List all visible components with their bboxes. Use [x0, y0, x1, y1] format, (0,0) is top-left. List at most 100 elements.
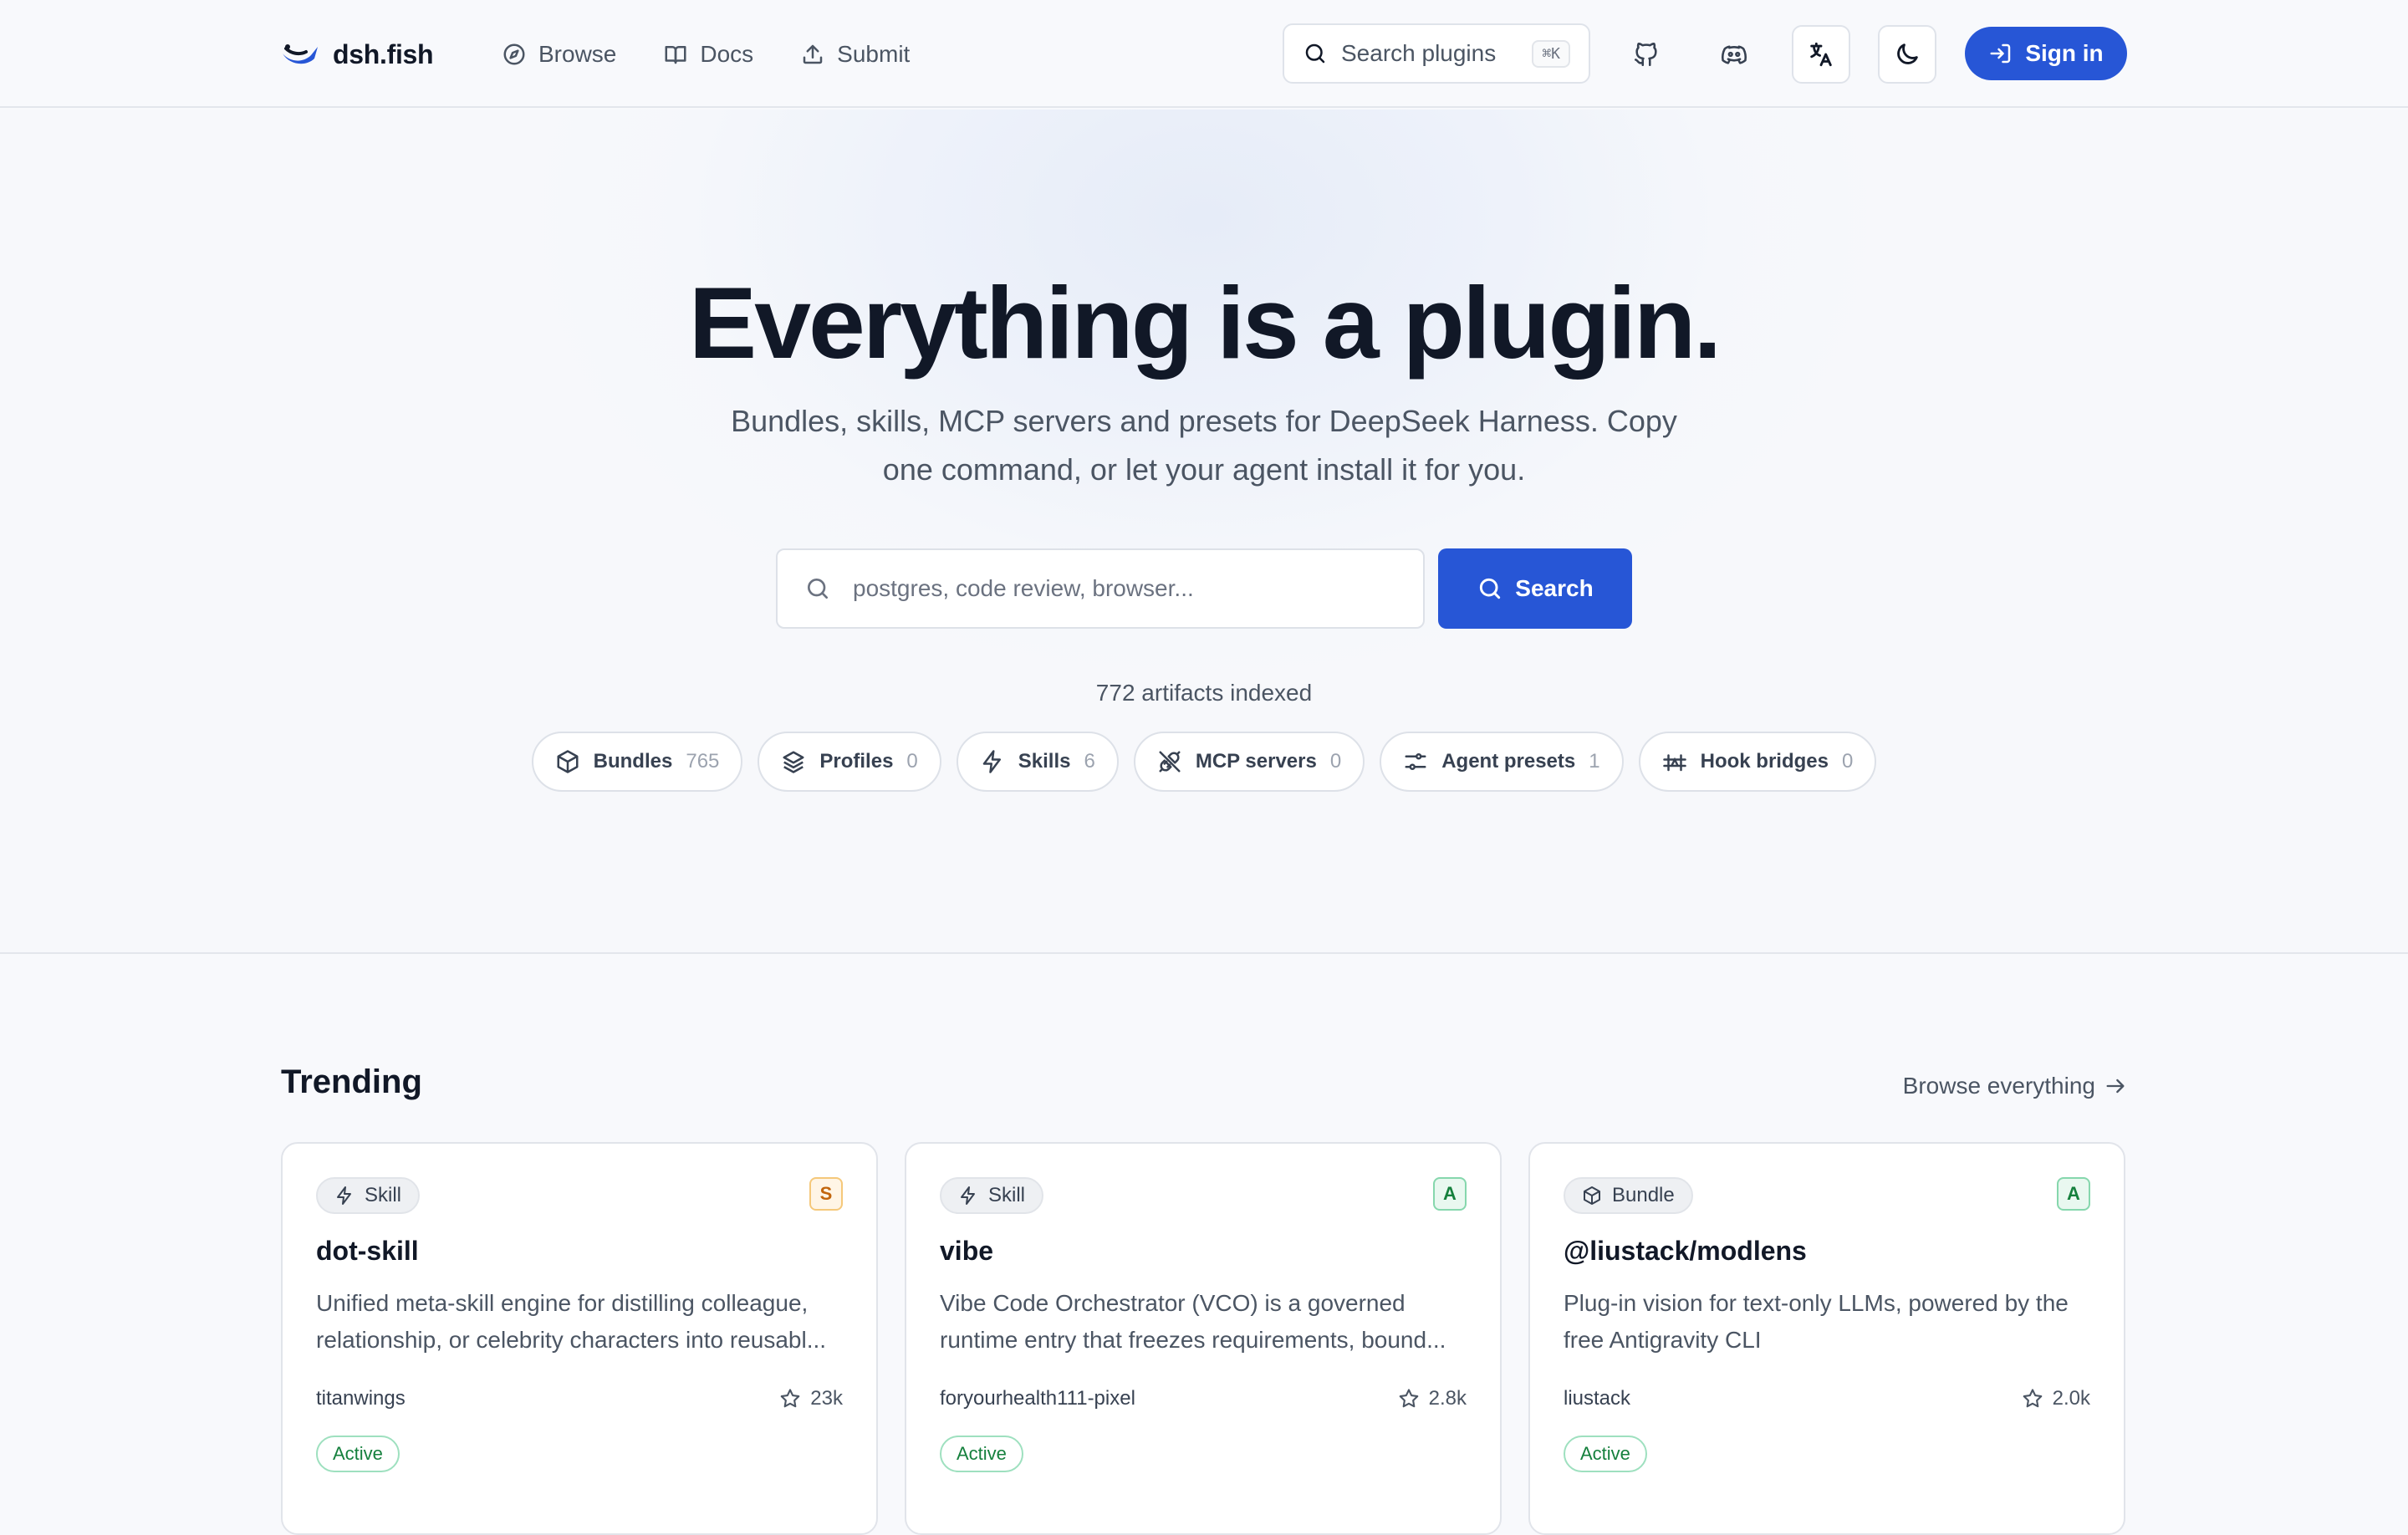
github-button[interactable] — [1617, 25, 1676, 84]
translate-icon — [1810, 42, 1832, 67]
plugin-description: Unified meta-skill engine for distilling… — [316, 1290, 827, 1353]
sign-in-button[interactable]: Sign in — [1965, 27, 2127, 80]
chip-count: 1 — [1589, 750, 1600, 773]
star-icon — [1399, 1389, 1418, 1408]
moon-icon — [1897, 43, 1918, 64]
layers-icon — [783, 751, 804, 773]
bolt-icon — [982, 750, 1001, 773]
type-badge: Skill — [316, 1177, 421, 1214]
chip-label: MCP servers — [1195, 750, 1317, 773]
hero-search-input[interactable] — [853, 575, 1396, 602]
language-button[interactable] — [1792, 25, 1850, 84]
compass-icon — [503, 43, 525, 65]
discord-icon — [1722, 45, 1747, 64]
bridge-icon — [1662, 754, 1686, 772]
card-meta: titanwings 23k — [316, 1387, 843, 1410]
trending-heading: Trending — [281, 1063, 422, 1100]
status-badge: Active — [1564, 1436, 1647, 1472]
sign-in-label: Sign in — [2025, 40, 2104, 66]
star-icon — [2023, 1389, 2042, 1408]
brand-name: dsh.fish — [333, 38, 434, 69]
type-label: Skill — [365, 1184, 402, 1206]
category-chips: Bundles 765 Profiles 0 Skills 6 MCP serv… — [0, 732, 2408, 792]
top-header: dsh.fish Browse Docs Submit Search plugi… — [0, 0, 2408, 108]
search-icon — [1305, 43, 1325, 64]
nav-submit-label: Submit — [837, 41, 911, 67]
search-icon — [808, 579, 828, 599]
chip-label: Profiles — [819, 750, 894, 773]
search-button-label: Search — [1515, 575, 1594, 601]
category-chip-bundles[interactable]: Bundles 765 — [531, 732, 743, 792]
chip-count: 0 — [1841, 750, 1854, 773]
nav-docs-label: Docs — [700, 41, 754, 67]
cube-icon — [1584, 1186, 1600, 1205]
keyboard-shortcut-badge: ⌘K — [1532, 39, 1570, 68]
plugin-author: liustack — [1564, 1387, 1631, 1410]
plugin-author: titanwings — [316, 1387, 406, 1410]
card-meta: liustack 2.0k — [1564, 1387, 2090, 1410]
theme-toggle-button[interactable] — [1878, 25, 1936, 84]
sliders-icon — [1405, 753, 1426, 770]
plugin-card[interactable]: Skill S dot-skill Unified meta-skill eng… — [281, 1142, 878, 1535]
nav-submit[interactable]: Submit — [800, 41, 910, 68]
discord-button[interactable] — [1705, 25, 1763, 84]
bolt-icon — [961, 1186, 975, 1205]
browse-everything-link[interactable]: Browse everything — [1903, 1073, 2127, 1099]
chip-count: 6 — [1084, 750, 1095, 773]
plugin-description: Plug-in vision for text-only LLMs, power… — [1564, 1290, 2069, 1353]
plugin-card[interactable]: Skill A vibe Vibe Code Orchestrator (VCO… — [905, 1142, 1502, 1535]
chip-label: Skills — [1018, 750, 1071, 773]
search-button[interactable]: Search — [1438, 548, 1632, 629]
star-count-value: 23k — [810, 1387, 843, 1410]
chip-label: Bundles — [593, 750, 673, 773]
chip-label: Hook bridges — [1700, 750, 1829, 773]
star-count: 23k — [778, 1387, 843, 1410]
category-chip-skills[interactable]: Skills 6 — [956, 732, 1119, 792]
bolt-icon — [337, 1186, 351, 1205]
cube-icon — [557, 750, 579, 773]
grade-badge: A — [2057, 1177, 2090, 1211]
type-badge: Bundle — [1564, 1177, 1693, 1214]
category-chip-agent-presets[interactable]: Agent presets 1 — [1380, 732, 1624, 792]
plug-icon — [1159, 751, 1181, 773]
trending-cards: Skill S dot-skill Unified meta-skill eng… — [281, 1142, 2127, 1535]
login-icon — [1990, 43, 2011, 64]
nav-browse-label: Browse — [538, 41, 617, 67]
category-chip-mcp-servers[interactable]: MCP servers 0 — [1133, 732, 1365, 792]
star-count-value: 2.0k — [2052, 1387, 2090, 1410]
main-nav: Browse Docs Submit — [502, 33, 910, 75]
star-icon — [780, 1389, 800, 1408]
plugin-name: vibe — [940, 1236, 994, 1266]
upload-icon — [803, 44, 823, 64]
plugin-name: @liustack/modlens — [1564, 1236, 1807, 1266]
browse-everything-label: Browse everything — [1902, 1073, 2095, 1099]
artifacts-count: 772 artifacts indexed — [1095, 680, 1313, 706]
nav-docs[interactable]: Docs — [663, 41, 753, 68]
grade-badge: A — [1433, 1177, 1467, 1211]
chip-label: Agent presets — [1441, 750, 1576, 773]
star-count: 2.0k — [2021, 1387, 2090, 1410]
chip-count: 765 — [686, 750, 720, 773]
type-badge: Skill — [940, 1177, 1044, 1214]
plugin-card[interactable]: Bundle A @liustack/modlens Plug-in visio… — [1528, 1142, 2125, 1535]
grade-badge: S — [809, 1177, 843, 1211]
type-label: Skill — [988, 1184, 1026, 1206]
fish-logo-icon — [283, 44, 318, 64]
type-label: Bundle — [1612, 1184, 1675, 1206]
hero-title: Everything is a plugin. — [688, 266, 1722, 380]
status-badge: Active — [316, 1436, 400, 1472]
category-chip-profiles[interactable]: Profiles 0 — [758, 732, 941, 792]
plugin-author: foryourhealth111-pixel — [940, 1387, 1135, 1410]
hero-search-box[interactable] — [776, 548, 1425, 629]
plugin-name: dot-skill — [316, 1236, 419, 1266]
header-search[interactable]: Search plugins ⌘K — [1283, 23, 1590, 84]
card-meta: foryourhealth111-pixel 2.8k — [940, 1387, 1467, 1410]
chip-count: 0 — [1329, 750, 1342, 773]
status-badge: Active — [940, 1436, 1023, 1472]
category-chip-hook-bridges[interactable]: Hook bridges 0 — [1638, 732, 1877, 792]
github-icon — [1634, 43, 1657, 67]
logo[interactable]: dsh.fish — [281, 33, 434, 75]
header-search-placeholder: Search plugins — [1341, 40, 1497, 66]
search-icon — [1480, 578, 1501, 599]
nav-browse[interactable]: Browse — [502, 41, 616, 68]
